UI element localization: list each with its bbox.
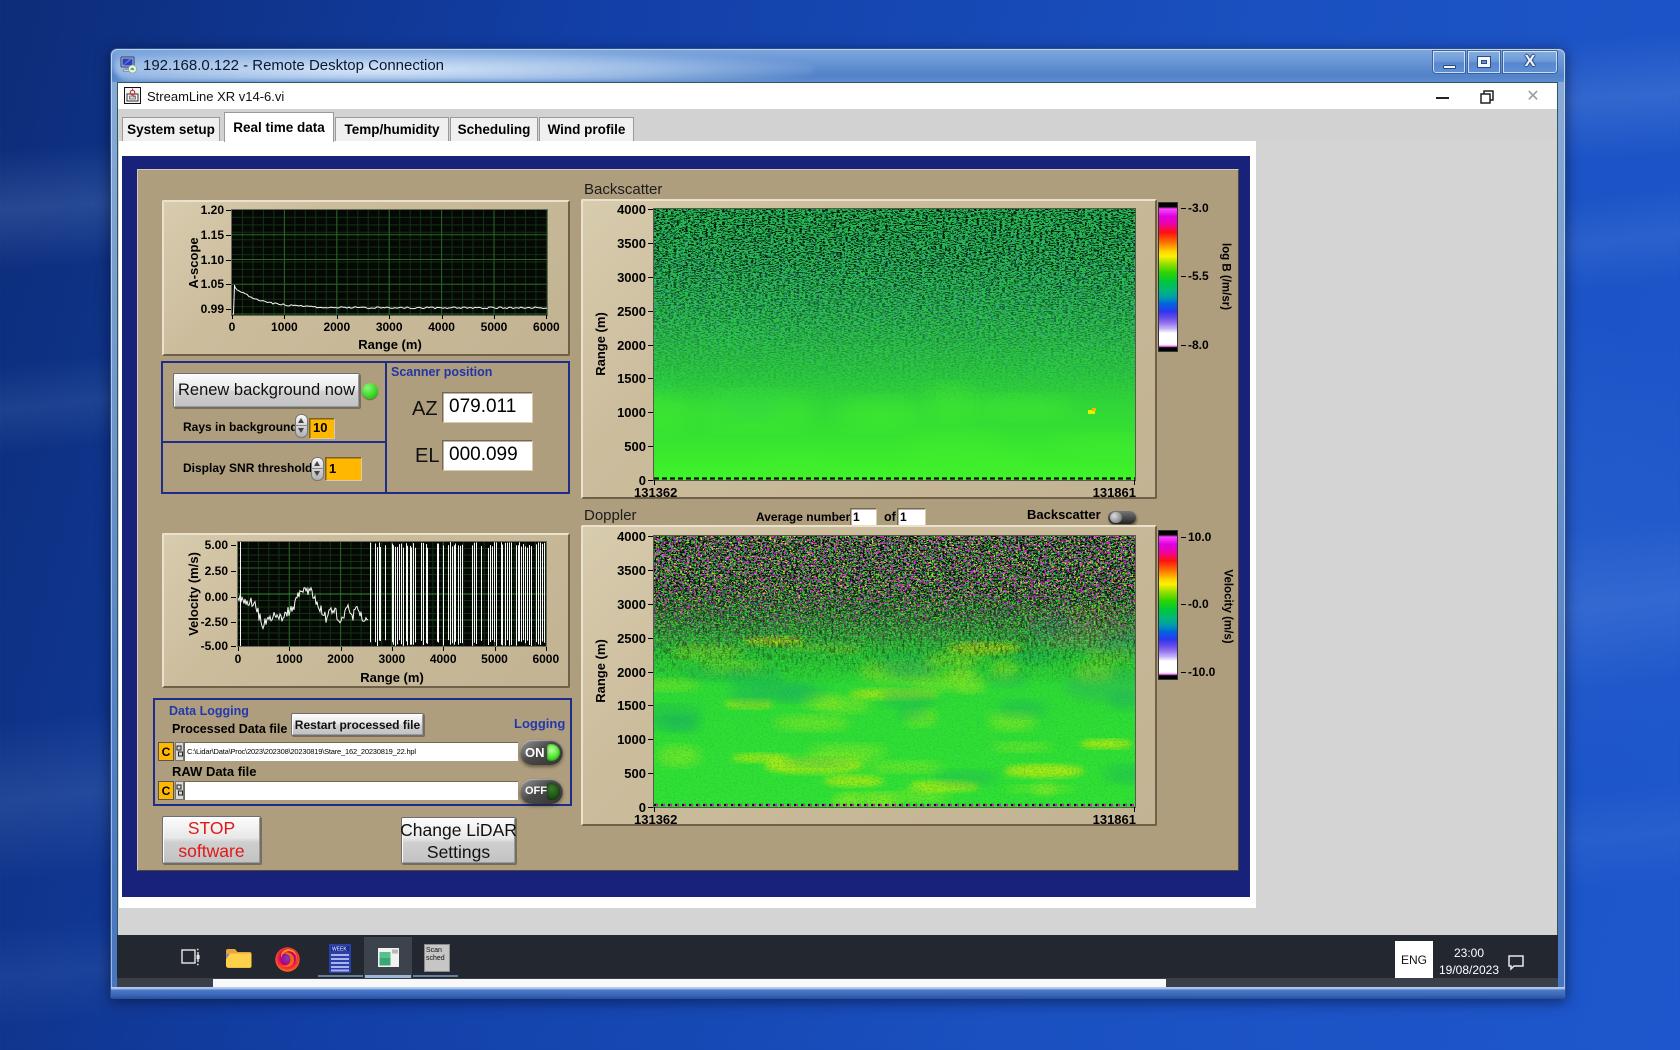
svg-text:WEEK: WEEK — [332, 947, 347, 953]
